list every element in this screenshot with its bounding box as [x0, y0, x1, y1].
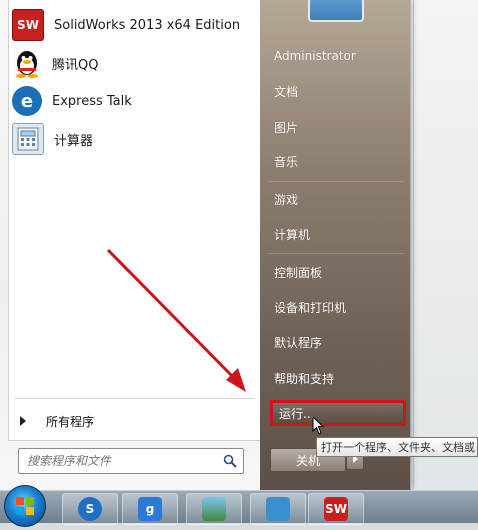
divider — [14, 398, 254, 399]
desktop-window-edge — [413, 0, 478, 490]
program-label: 腾讯QQ — [52, 57, 99, 73]
item-label: 控制面板 — [274, 265, 323, 280]
control-panel-icon — [266, 497, 290, 521]
item-label: 游戏 — [274, 192, 299, 207]
user-picture[interactable] — [308, 0, 364, 22]
item-label: 设备和打印机 — [274, 300, 347, 315]
start-menu-left-pane: SW SolidWorks 2013 x64 Edition 腾讯QQ e Ex… — [0, 0, 262, 490]
qq-penguin-icon — [12, 48, 42, 78]
program-item-solidworks[interactable]: SW SolidWorks 2013 x64 Edition — [10, 6, 258, 44]
search-input[interactable] — [25, 453, 219, 469]
start-menu-right-pane: Administrator 文档 图片 音乐 游戏 计算机 控制面板 设备和打印… — [260, 0, 410, 490]
run-label: 运行... — [279, 406, 315, 421]
item-label: Administrator — [274, 49, 356, 63]
right-item-administrator[interactable]: Administrator — [268, 43, 404, 69]
right-item-help-support[interactable]: 帮助和支持 — [268, 365, 404, 391]
taskbar-solidworks-button[interactable]: SW — [308, 493, 364, 525]
item-label: 图片 — [274, 120, 299, 135]
calculator-icon — [12, 123, 44, 155]
item-label: 计算机 — [274, 227, 311, 242]
separator — [268, 253, 404, 254]
sogou-icon: S — [78, 497, 102, 521]
separator — [268, 181, 404, 182]
solidworks-icon: SW — [12, 9, 44, 41]
right-item-devices-printers[interactable]: 设备和打印机 — [268, 294, 404, 320]
all-programs-label: 所有程序 — [46, 414, 95, 429]
run-button[interactable]: 运行... — [270, 400, 406, 426]
program-item-calculator[interactable]: 计算器 — [10, 120, 258, 158]
solidworks-icon: SW — [324, 497, 348, 521]
image-viewer-icon — [202, 497, 226, 521]
item-label: 帮助和支持 — [274, 371, 335, 386]
taskbar-control-panel-button[interactable] — [250, 493, 306, 525]
right-item-games[interactable]: 游戏 — [268, 186, 404, 212]
taskbar-sogou-button[interactable]: S — [62, 493, 118, 525]
program-label: 计算器 — [54, 133, 94, 149]
right-item-computer[interactable]: 计算机 — [268, 221, 404, 247]
search-icon[interactable] — [223, 454, 237, 468]
right-item-music[interactable]: 音乐 — [268, 148, 404, 174]
program-label: SolidWorks 2013 x64 Edition — [54, 17, 241, 33]
express-talk-icon: e — [12, 86, 42, 116]
all-programs-button[interactable]: 所有程序 — [14, 409, 254, 433]
taskbar: S g SW — [0, 485, 478, 527]
program-item-express-talk[interactable]: e Express Talk — [10, 82, 258, 120]
run-tooltip: 打开一个程序、文件夹、文档或 — [316, 437, 478, 457]
right-item-control-panel[interactable]: 控制面板 — [268, 259, 404, 285]
search-box[interactable] — [18, 448, 244, 474]
right-item-pictures[interactable]: 图片 — [268, 114, 404, 140]
taskbar-image-viewer-button[interactable] — [186, 493, 242, 525]
item-label: 文档 — [274, 84, 299, 99]
tooltip-text: 打开一个程序、文件夹、文档或 — [321, 441, 475, 454]
right-item-documents[interactable]: 文档 — [268, 78, 404, 104]
taskbar-browser-button[interactable]: g — [122, 493, 178, 525]
mouse-cursor-icon — [312, 416, 325, 435]
start-orb-icon[interactable] — [4, 485, 46, 527]
right-item-default-programs[interactable]: 默认程序 — [268, 329, 404, 355]
program-label: Express Talk — [52, 93, 132, 109]
program-item-qq[interactable]: 腾讯QQ — [10, 44, 258, 82]
browser-icon: g — [138, 497, 162, 521]
start-menu: SW SolidWorks 2013 x64 Edition 腾讯QQ e Ex… — [0, 0, 411, 490]
item-label: 音乐 — [274, 154, 299, 169]
chevron-right-icon — [20, 416, 26, 426]
item-label: 默认程序 — [274, 335, 323, 350]
